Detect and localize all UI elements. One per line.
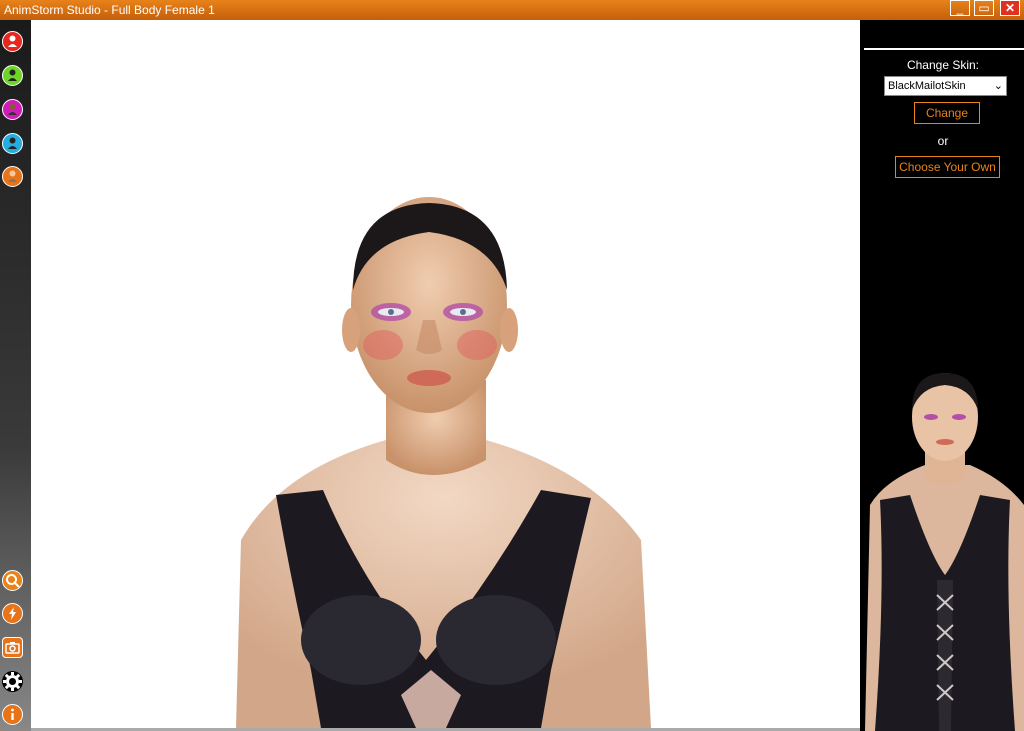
person-magenta-icon[interactable] (2, 99, 23, 120)
panel-divider (864, 48, 1024, 50)
or-label: or (937, 134, 949, 148)
chevron-down-icon: ⌄ (993, 80, 1003, 92)
skin-dropdown-value: BlackMailotSkin (888, 80, 966, 92)
zoom-icon[interactable] (2, 570, 23, 591)
lightning-icon[interactable] (2, 603, 23, 624)
female-model-render (236, 197, 651, 728)
window-title: AnimStorm Studio - Full Body Female 1 (4, 3, 215, 17)
3d-viewport[interactable] (31, 20, 860, 728)
skin-panel: Change Skin: BlackMailotSkin ⌄ Change or… (862, 20, 1024, 731)
title-bar: AnimStorm Studio - Full Body Female 1 _ … (0, 0, 1024, 20)
info-icon[interactable] (2, 704, 23, 725)
maximize-button[interactable]: ▭ (974, 0, 994, 16)
left-toolbar (0, 20, 31, 731)
person-cyan-icon[interactable] (2, 133, 23, 154)
camera-icon[interactable] (2, 637, 23, 658)
gear-icon[interactable] (2, 671, 23, 692)
change-button[interactable]: Change (914, 102, 980, 124)
skin-dropdown[interactable]: BlackMailotSkin ⌄ (884, 76, 1007, 96)
person-green-icon[interactable] (2, 65, 23, 86)
change-skin-label: Change Skin: (906, 58, 980, 72)
person-orange-icon[interactable] (2, 166, 23, 187)
close-button[interactable]: ✕ (1000, 0, 1020, 16)
skin-preview (865, 365, 1024, 731)
person-red-icon[interactable] (2, 31, 23, 52)
choose-your-own-button[interactable]: Choose Your Own (895, 156, 1000, 178)
minimize-button[interactable]: _ (950, 0, 970, 16)
